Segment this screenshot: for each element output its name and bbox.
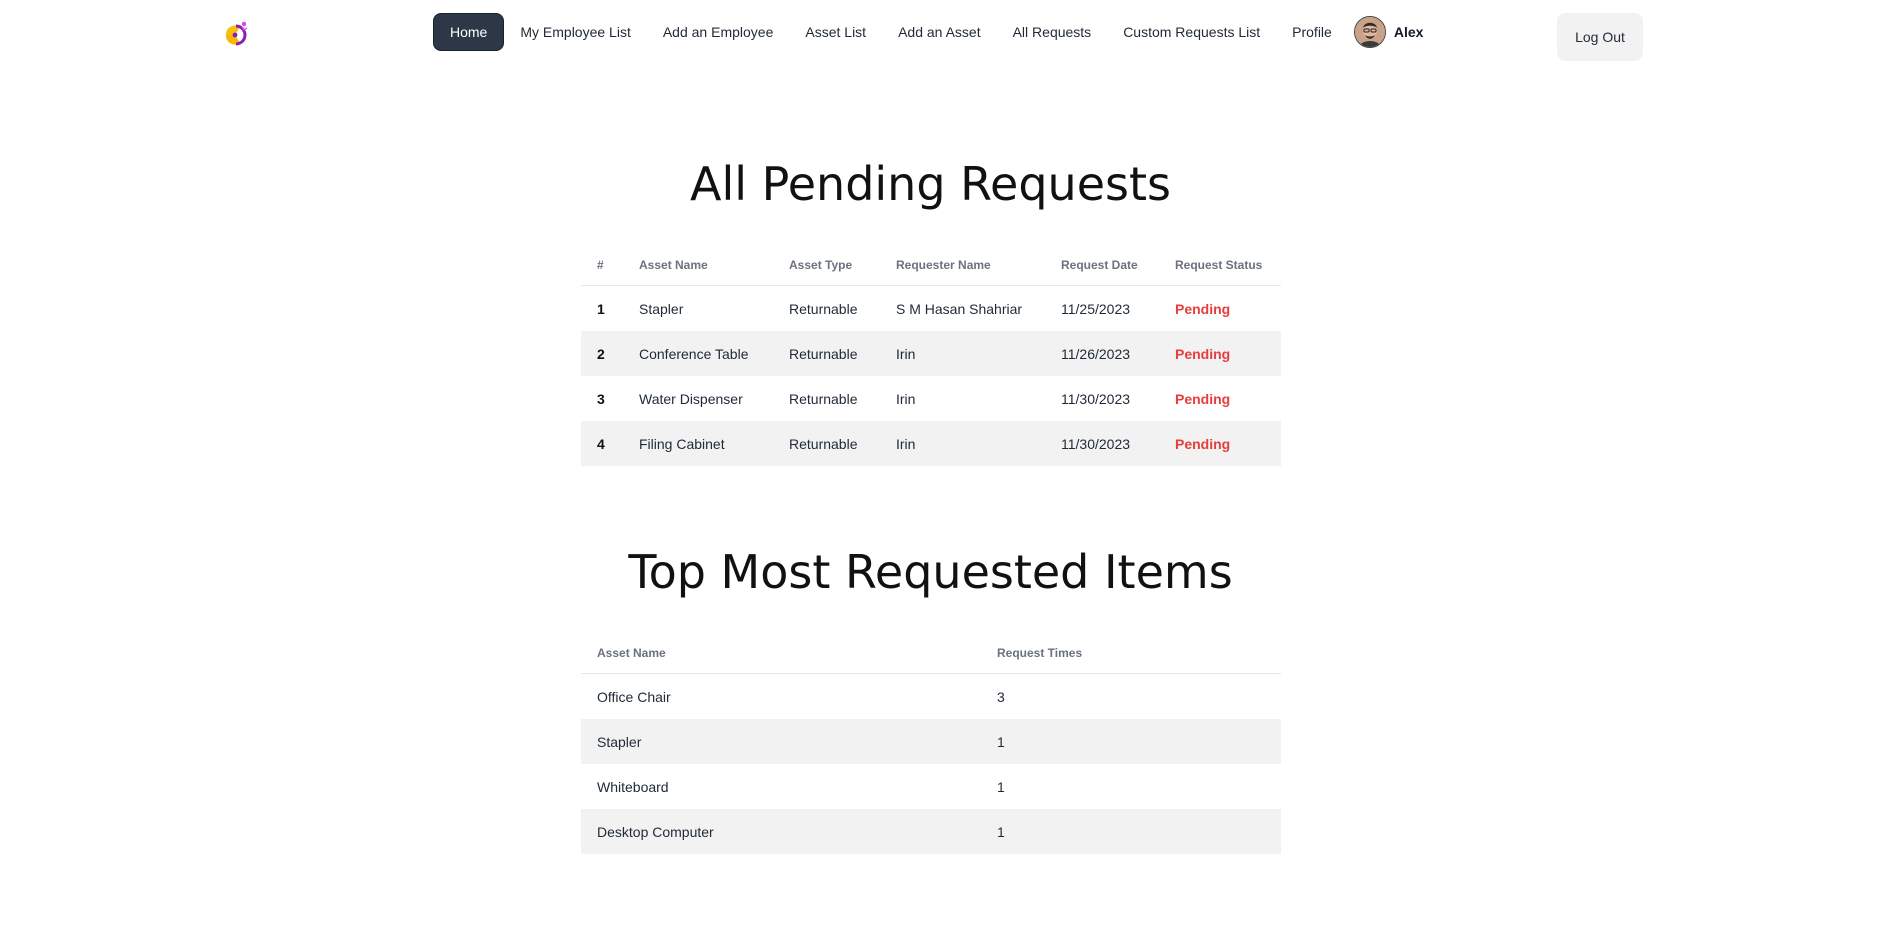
asset-name-cell: Filing Cabinet xyxy=(623,421,773,466)
top-requested-table: Asset Name Request Times Office Chair 3 … xyxy=(581,633,1281,854)
logo-icon[interactable] xyxy=(220,18,250,48)
user-menu[interactable]: Alex xyxy=(1353,16,1424,48)
status-badge: Pending xyxy=(1159,331,1281,376)
request-times-cell: 1 xyxy=(997,778,1005,795)
user-name: Alex xyxy=(1393,24,1424,40)
column-header-asset-name: Asset Name xyxy=(623,245,773,286)
column-header-asset-type: Asset Type xyxy=(773,245,880,286)
request-date-cell: 11/30/2023 xyxy=(1061,390,1131,407)
asset-name-cell: Desktop Computer xyxy=(581,809,981,854)
asset-name-cell: Whiteboard xyxy=(597,778,669,795)
request-times-cell: 1 xyxy=(981,809,1281,854)
asset-type-cell: Returnable xyxy=(773,331,880,376)
requester-name-cell: S M Hasan Shahriar xyxy=(896,300,1023,317)
nav-add-asset[interactable]: Add an Asset xyxy=(882,14,997,50)
status-badge: Pending xyxy=(1159,421,1281,466)
requester-name-cell: Irin xyxy=(880,331,1045,376)
asset-type-cell: Returnable xyxy=(773,421,880,466)
request-times-cell: 1 xyxy=(981,719,1281,764)
requester-name-cell: Irin xyxy=(880,421,1045,466)
nav-my-employee-list[interactable]: My Employee List xyxy=(504,14,646,50)
table-row: 1 Stapler Returnable S M Hasan Shahriar … xyxy=(581,286,1281,332)
column-header-request-status: Request Status xyxy=(1159,245,1281,286)
column-header-request-date: Request Date xyxy=(1045,245,1159,286)
column-header-request-times: Request Times xyxy=(981,633,1281,674)
asset-name-cell: Water Dispenser xyxy=(639,390,743,407)
request-date-cell: 11/25/2023 xyxy=(1061,300,1131,317)
table-header-row: Asset Name Request Times xyxy=(581,633,1281,674)
table-row: 2 Conference Table Returnable Irin 11/26… xyxy=(581,331,1281,376)
asset-type-cell: Returnable xyxy=(789,300,858,317)
table-row: 3 Water Dispenser Returnable Irin 11/30/… xyxy=(581,376,1281,421)
table-row: Whiteboard 1 xyxy=(581,764,1281,809)
row-number: 2 xyxy=(581,331,623,376)
nav-all-requests[interactable]: All Requests xyxy=(997,14,1108,50)
top-requested-title: Top Most Requested Items xyxy=(628,545,1233,599)
request-date-cell: 11/30/2023 xyxy=(1045,421,1159,466)
request-times-cell: 3 xyxy=(997,688,1005,705)
pending-requests-title: All Pending Requests xyxy=(690,157,1171,211)
nav-custom-requests-list[interactable]: Custom Requests List xyxy=(1107,14,1276,50)
table-header-row: # Asset Name Asset Type Requester Name R… xyxy=(581,245,1281,286)
status-badge: Pending xyxy=(1175,390,1231,407)
table-row: Desktop Computer 1 xyxy=(581,809,1281,854)
requester-name-cell: Irin xyxy=(896,390,916,407)
main-nav: Home My Employee List Add an Employee As… xyxy=(433,13,1424,51)
nav-asset-list[interactable]: Asset List xyxy=(789,14,882,50)
asset-name-cell: Conference Table xyxy=(623,331,773,376)
asset-name-cell: Office Chair xyxy=(597,688,671,705)
nav-home[interactable]: Home xyxy=(433,13,505,51)
column-header-asset-name: Asset Name xyxy=(581,633,981,674)
navbar: Home My Employee List Add an Employee As… xyxy=(0,0,1883,66)
asset-name-cell: Stapler xyxy=(581,719,981,764)
nav-add-employee[interactable]: Add an Employee xyxy=(647,14,790,50)
column-header-requester-name: Requester Name xyxy=(880,245,1045,286)
table-row: 4 Filing Cabinet Returnable Irin 11/30/2… xyxy=(581,421,1281,466)
pending-requests-table: # Asset Name Asset Type Requester Name R… xyxy=(581,245,1281,466)
status-badge: Pending xyxy=(1175,300,1231,317)
asset-name-cell: Stapler xyxy=(639,300,684,317)
avatar[interactable] xyxy=(1353,16,1386,48)
logout-button[interactable]: Log Out xyxy=(1557,13,1643,61)
column-header-number: # xyxy=(581,245,623,286)
row-number: 3 xyxy=(597,390,605,407)
request-date-cell: 11/26/2023 xyxy=(1045,331,1159,376)
asset-type-cell: Returnable xyxy=(789,390,858,407)
row-number: 1 xyxy=(597,300,605,317)
table-row: Office Chair 3 xyxy=(581,674,1281,720)
nav-profile[interactable]: Profile xyxy=(1276,14,1348,50)
row-number: 4 xyxy=(581,421,623,466)
table-row: Stapler 1 xyxy=(581,719,1281,764)
